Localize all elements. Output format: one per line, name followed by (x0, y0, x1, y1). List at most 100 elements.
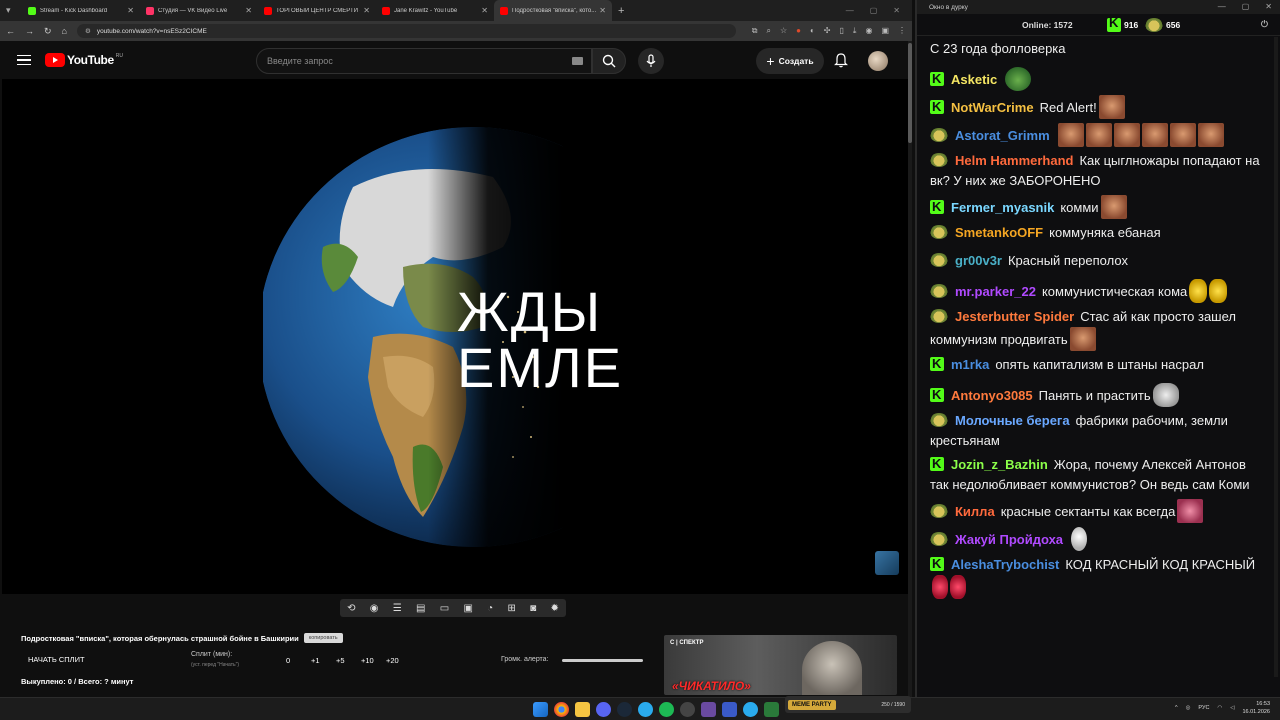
hamburger-menu-icon[interactable] (17, 52, 31, 69)
chat-username[interactable]: Jozin_z_Bazhin (951, 457, 1048, 472)
split-plus-10-button[interactable]: +10 (361, 656, 386, 665)
chat-username[interactable]: Astorat_Grimm (955, 128, 1050, 143)
back-icon[interactable]: ← (6, 26, 15, 36)
kebab-menu-icon[interactable]: ⋮ (898, 26, 906, 36)
chat-username[interactable]: NotWarCrime (951, 100, 1034, 115)
playlist-icon[interactable]: ☰ (393, 603, 402, 614)
sidebar-icon[interactable]: ▯ (840, 26, 844, 36)
channel-watermark[interactable] (875, 551, 899, 575)
maximize-icon[interactable]: ▢ (1242, 2, 1250, 11)
steam-icon[interactable] (617, 702, 632, 717)
media-widget[interactable]: MEME PARTY 250 / 1590 (785, 696, 911, 713)
tray-app-icon[interactable]: ◎ (1186, 705, 1191, 711)
create-button[interactable]: + Создать (756, 48, 824, 74)
chat-username[interactable]: gr00v3r (955, 253, 1002, 268)
chrome-icon[interactable] (554, 702, 569, 717)
extensions-menu-icon[interactable]: ▣ (881, 26, 889, 36)
scrollbar-thumb[interactable] (908, 43, 912, 143)
chat-username[interactable]: mr.parker_22 (955, 284, 1036, 299)
tab-youtube-mall[interactable]: ТОРГОВЫЙ ЦЕНТР СМЕРТИ - ... ✕ (258, 0, 376, 21)
search-input[interactable]: Введите запрос (256, 48, 592, 74)
recommended-video-thumbnail[interactable]: С | СПЕКТР «ЧИКАТИЛО» (664, 635, 897, 695)
discord-icon[interactable] (596, 702, 611, 717)
close-window-icon[interactable]: ✕ (1265, 2, 1272, 11)
forward-icon[interactable]: → (25, 26, 34, 36)
minimize-icon[interactable]: — (1218, 2, 1226, 11)
volume-icon[interactable]: ◁ (1230, 705, 1234, 711)
chat-username[interactable]: Asketic (951, 72, 997, 87)
split-plus-20-button[interactable]: +20 (386, 656, 411, 665)
close-tab-icon[interactable]: ✕ (245, 6, 252, 15)
profile-icon[interactable]: ◉ (865, 26, 872, 36)
chat-username[interactable]: Antonyo3085 (951, 388, 1033, 403)
chat-username[interactable]: Килла (955, 504, 995, 519)
media-player-icon[interactable] (722, 702, 737, 717)
split-start-button[interactable]: НАЧАТЬ СПЛИТ (28, 655, 85, 664)
minimize-icon[interactable]: — (846, 6, 854, 15)
start-windows-icon[interactable] (533, 702, 548, 717)
clip-icon[interactable]: ▤ (416, 603, 425, 614)
speed-icon[interactable]: ◔ (487, 603, 493, 614)
extension-icon[interactable]: ◐ (810, 26, 815, 36)
pip-icon[interactable]: ▭ (440, 603, 449, 614)
telegram-icon[interactable] (638, 702, 653, 717)
close-tab-icon[interactable]: ✕ (599, 6, 606, 15)
chat-username[interactable]: Молочные берега (955, 413, 1070, 428)
close-window-icon[interactable]: ✕ (893, 6, 900, 15)
notifications-bell-icon[interactable] (834, 53, 848, 73)
close-tab-icon[interactable]: ✕ (481, 6, 488, 15)
bookmark-star-icon[interactable]: ☆ (780, 26, 787, 36)
chat-username[interactable]: m1rka (951, 357, 989, 372)
chat-username[interactable]: AleshaTrybochist (951, 557, 1059, 572)
new-tab-button[interactable]: + (618, 5, 624, 17)
tab-kick-dashboard[interactable]: Stream - Kick Dashboard ✕ (22, 0, 140, 21)
loop-icon[interactable]: ⟲ (347, 603, 355, 614)
cast-icon[interactable]: ⧉ (752, 26, 758, 36)
clock[interactable]: 16:53 16.01.2026 (1242, 700, 1270, 716)
chat-scrollbar[interactable] (1274, 37, 1278, 677)
chat-username[interactable]: Fermer_myasnik (951, 200, 1054, 215)
alert-volume-slider[interactable] (562, 659, 643, 662)
obs-icon[interactable] (680, 702, 695, 717)
site-info-icon[interactable]: ⚙ (85, 27, 91, 35)
folder-icon[interactable] (575, 702, 590, 717)
wifi-icon[interactable]: ◠ (1217, 705, 1222, 711)
maximize-icon[interactable]: ▢ (870, 6, 878, 15)
settings-gear-icon[interactable]: ✹ (550, 603, 558, 614)
close-tab-icon[interactable]: ✕ (363, 6, 370, 15)
chat-username[interactable]: SmetankoOFF (955, 225, 1043, 240)
zoom-icon[interactable]: ⌕ (766, 26, 770, 36)
tab-vk-studio[interactable]: Студия — VK Видео Live ✕ (140, 0, 258, 21)
search-button[interactable] (592, 48, 626, 74)
keyboard-icon[interactable] (572, 57, 583, 65)
home-icon[interactable]: ⌂ (62, 26, 67, 36)
extension-puzzle-icon[interactable]: ✣ (824, 26, 831, 36)
reload-icon[interactable]: ↻ (44, 26, 52, 37)
theater-icon[interactable]: ▣ (463, 603, 472, 614)
audio-icon[interactable]: ◉ (370, 603, 379, 614)
copy-pill-button[interactable]: копировать (303, 633, 343, 643)
split-plus-5-button[interactable]: +5 (336, 656, 361, 665)
telegram-2-icon[interactable] (743, 702, 758, 717)
chat-username[interactable]: Helm Hammerhand (955, 153, 1073, 168)
language-indicator[interactable]: РУС (1198, 705, 1209, 711)
voice-search-button[interactable] (638, 48, 664, 74)
screenshot-icon[interactable]: ◙ (530, 603, 536, 614)
spotify-icon[interactable] (659, 702, 674, 717)
terminal-icon[interactable] (764, 702, 779, 717)
video-player[interactable]: ЖДЫ ЕМЛЕ (2, 79, 908, 594)
tab-search-icon[interactable]: ▾ (6, 5, 22, 16)
game-icon[interactable] (701, 702, 716, 717)
url-input[interactable]: ⚙ youtube.com/watch?v=nsESz2CICME (76, 24, 736, 38)
extension-red-icon[interactable]: ● (796, 26, 801, 36)
chat-username[interactable]: Jesterbutter Spider (955, 309, 1074, 324)
chat-settings-icon[interactable]: ⏻ (1261, 19, 1268, 30)
split-plus-1-button[interactable]: +1 (311, 656, 336, 665)
close-tab-icon[interactable]: ✕ (127, 6, 134, 15)
add-icon[interactable]: ⊞ (507, 603, 515, 614)
download-icon[interactable]: ⤓ (853, 26, 857, 36)
tab-youtube-active[interactable]: Подростковая "вписка", кото... ✕ (494, 0, 612, 21)
youtube-logo[interactable]: YouTube RU (45, 53, 123, 67)
user-avatar[interactable] (868, 51, 888, 71)
tab-youtube-jane[interactable]: Jane Krawitz - YouTube ✕ (376, 0, 494, 21)
